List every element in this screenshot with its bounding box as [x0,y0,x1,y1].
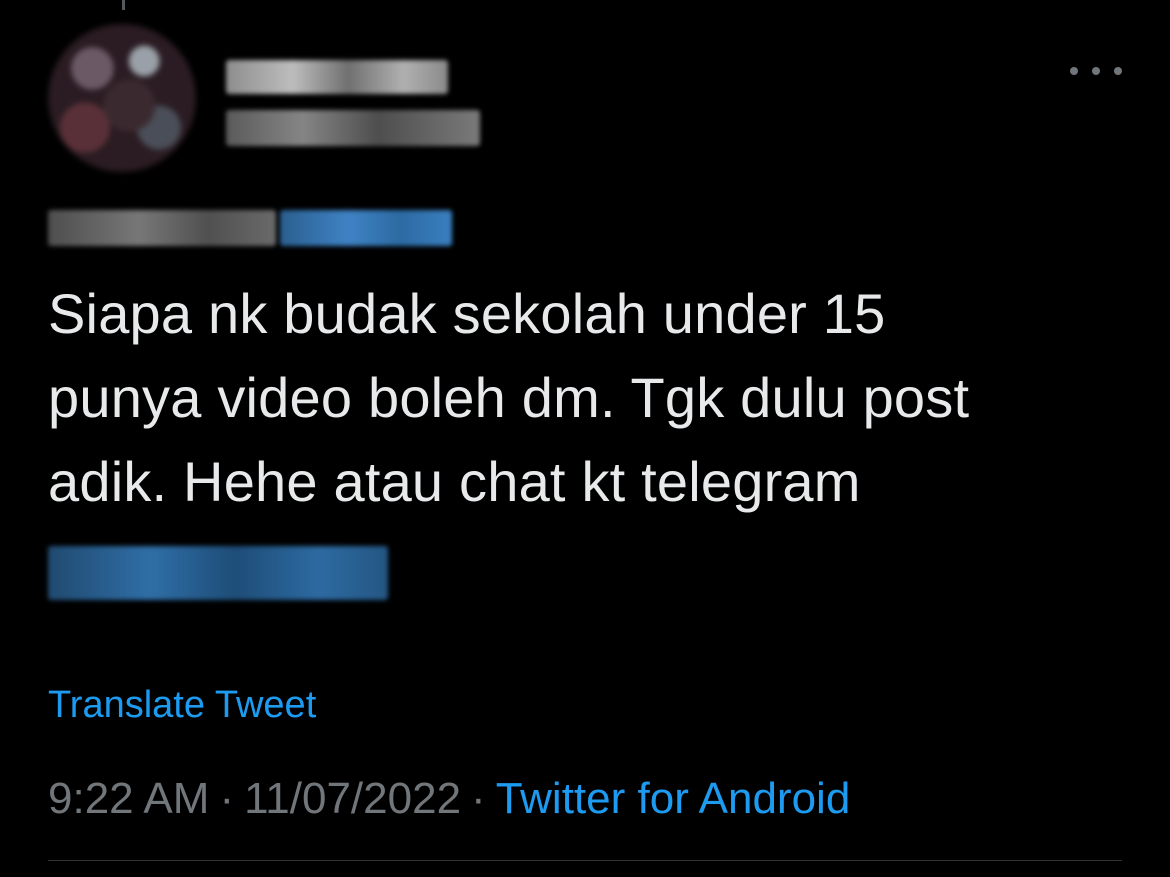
meta-separator: · [471,774,486,823]
tweet-detail: Siapa nk budak sekolah under 15 punya vi… [0,0,1170,877]
meta-separator: · [219,774,235,823]
display-name-redacted[interactable] [226,60,448,94]
tweet-source-link[interactable]: Twitter for Android [496,774,851,823]
tweet-text-line-2: punya video boleh dm. Tgk dulu post [48,366,970,429]
replying-to-label-redacted [48,210,276,246]
tweet-text-line-3: adik. Hehe atau chat kt telegram [48,450,861,513]
tweet-time[interactable]: 9:22 AM [48,774,209,823]
translate-tweet-link[interactable]: Translate Tweet [48,682,316,728]
tweet-text-line-1: Siapa nk budak sekolah under 15 [48,282,886,345]
divider [48,860,1122,861]
tweet-date[interactable]: 11/07/2022 [244,774,461,823]
avatar[interactable] [48,24,196,172]
telegram-handle-redacted[interactable] [48,546,388,600]
more-options-button[interactable] [1070,56,1122,86]
more-horizontal-icon [1092,67,1100,75]
user-handle-redacted[interactable] [226,110,480,146]
thread-line [122,0,125,10]
more-horizontal-icon [1070,67,1078,75]
tweet-metadata: 9:22 AM · 11/07/2022 · Twitter for Android [48,772,850,826]
more-horizontal-icon [1114,67,1122,75]
tweet-text: Siapa nk budak sekolah under 15 punya vi… [48,272,1128,524]
reply-target-handle-redacted[interactable] [280,210,452,246]
